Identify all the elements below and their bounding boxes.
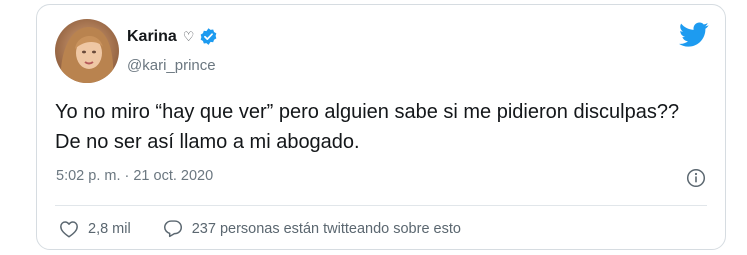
twitter-bird-icon[interactable] [679,22,709,48]
author-handle[interactable]: @kari_prince [127,57,216,74]
name-heart-symbol: ♡ [182,28,195,44]
conversation-link[interactable]: 237 personas están twitteando sobre esto [163,219,461,238]
author-name-row[interactable]: Karina ♡ [127,27,218,46]
reply-bubble-icon [163,220,182,238]
like-button[interactable]: 2,8 mil [59,220,131,238]
divider [55,205,707,206]
tweet-text: Yo no miro “hay que ver” pero alguien sa… [55,101,680,153]
heart-icon [60,220,78,238]
avatar[interactable] [55,19,119,83]
verified-badge-icon [199,27,218,46]
like-count: 2,8 mil [88,220,131,237]
info-icon[interactable] [686,168,706,188]
tweet-card[interactable]: Karina ♡ @kari_prince Yo no miro “hay qu… [36,4,726,250]
tweet-actions: 2,8 mil 237 personas están twitteando so… [59,219,461,238]
tweet-timestamp[interactable]: 5:02 p. m. · 21 oct. 2020 [56,168,213,184]
conversation-text: 237 personas están twitteando sobre esto [191,220,461,237]
author-name[interactable]: Karina [127,28,177,46]
